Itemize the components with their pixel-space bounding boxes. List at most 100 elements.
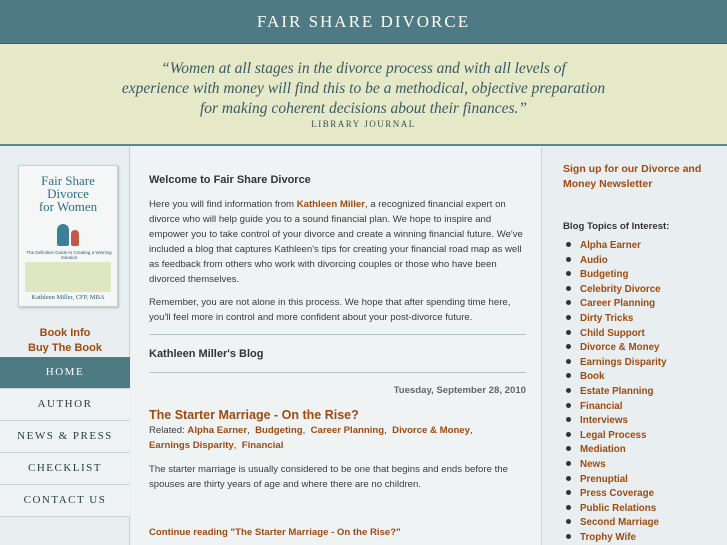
topic-item[interactable]: Earnings Disparity (566, 356, 667, 371)
topic-label[interactable]: Earnings Disparity (580, 357, 667, 368)
topic-item[interactable]: Estate Planning (566, 385, 667, 400)
topic-label[interactable]: Celebrity Divorce (580, 284, 661, 295)
topic-label[interactable]: Prenuptial (580, 474, 628, 485)
intro-paragraph: Here you will find information from Kath… (149, 199, 523, 285)
topic-item[interactable]: Interviews (566, 414, 667, 429)
testimonial-band: “Women at all stages in the divorce proc… (0, 44, 727, 146)
post-excerpt: The starter marriage is usually consider… (149, 464, 508, 490)
topic-item[interactable]: Legal Process (566, 429, 667, 444)
topic-label[interactable]: Dirty Tricks (580, 313, 633, 324)
newsletter-signup-link[interactable]: Sign up for our Divorce and Money Newsle… (563, 162, 713, 192)
welcome-heading: Welcome to Fair Share Divorce (149, 174, 311, 186)
nav-news-press[interactable]: NEWS & PRESS (0, 421, 130, 453)
bullet-icon (566, 402, 571, 408)
bullet-icon (566, 314, 571, 320)
book-cover-author: Kathleen Miller, CFP, MBA (31, 294, 105, 301)
topic-label[interactable]: Legal Process (580, 430, 646, 441)
topic-item[interactable]: Second Marriage (566, 516, 667, 531)
bullet-icon (566, 344, 571, 350)
main-content: Welcome to Fair Share Divorce Here you w… (131, 147, 541, 545)
bullet-icon (566, 358, 571, 364)
topic-item[interactable]: Audio (566, 254, 667, 269)
tag-link[interactable]: Budgeting (255, 425, 302, 436)
topic-item[interactable]: Budgeting (566, 268, 667, 283)
post-date: Tuesday, September 28, 2010 (393, 385, 526, 396)
topic-item[interactable]: Trophy Wife (566, 531, 667, 545)
bullet-icon (566, 475, 571, 481)
nav-checklist[interactable]: CHECKLIST (0, 453, 130, 485)
topic-label[interactable]: Divorce & Money (580, 342, 660, 353)
topic-label[interactable]: Budgeting (580, 269, 628, 280)
bullet-icon (566, 373, 571, 379)
nav-contact-us[interactable]: CONTACT US (0, 485, 130, 517)
topic-item[interactable]: Career Planning (566, 297, 667, 312)
book-cover-image[interactable]: Fair Share Divorce for Women The Definit… (18, 165, 118, 307)
bullet-icon (566, 504, 571, 510)
quote-line: for making coherent decisions about thei… (199, 100, 528, 117)
tag-link[interactable]: Divorce & Money (392, 425, 470, 436)
topic-label[interactable]: Second Marriage (580, 517, 659, 528)
book-cover-title: Fair Share Divorce for Women (38, 173, 98, 214)
related-label: Related: (149, 425, 185, 436)
tag-link[interactable]: Earnings Disparity (149, 440, 234, 451)
topics-list: Alpha Earner Audio Budgeting Celebrity Divo… (566, 239, 667, 545)
buy-book-link[interactable]: Buy The Book (0, 342, 130, 354)
topic-item[interactable]: Prenuptial (566, 473, 667, 488)
tag-link[interactable]: Financial (242, 440, 284, 451)
author-name-link[interactable]: Kathleen Miller (297, 199, 365, 210)
topic-item[interactable]: News (566, 458, 667, 473)
cover-text-panel (25, 262, 111, 292)
topic-item[interactable]: Book (566, 370, 667, 385)
book-info-link[interactable]: Book Info (0, 327, 130, 339)
topic-item[interactable]: Financial (566, 400, 667, 415)
topic-item[interactable]: Alpha Earner (566, 239, 667, 254)
topic-label[interactable]: Child Support (580, 328, 645, 339)
bullet-icon (566, 490, 571, 496)
bullet-icon (566, 387, 571, 393)
nav-home[interactable]: HOME (0, 357, 130, 389)
quote-source: LIBRARY JOURNAL (311, 119, 416, 129)
topic-label[interactable]: Estate Planning (580, 386, 654, 397)
bullet-icon (566, 519, 571, 525)
divider (149, 372, 526, 373)
bullet-icon (566, 431, 571, 437)
topic-item[interactable]: Divorce & Money (566, 341, 667, 356)
bullet-icon (566, 285, 571, 291)
topic-item[interactable]: Public Relations (566, 502, 667, 517)
topic-item[interactable]: Press Coverage (566, 487, 667, 502)
topic-label[interactable]: Press Coverage (580, 488, 654, 499)
bullet-icon (566, 242, 571, 247)
divider (149, 334, 526, 335)
site-header: FAIR SHARE DIVORCE (0, 0, 727, 44)
topic-label[interactable]: Alpha Earner (580, 240, 641, 251)
topic-label[interactable]: Career Planning (580, 298, 655, 309)
bullet-icon (566, 329, 571, 335)
intro-paragraph-2: Remember, you are not alone in this proc… (149, 297, 511, 323)
topic-label[interactable]: Audio (580, 255, 608, 266)
bullet-icon (566, 271, 571, 277)
topic-label[interactable]: Financial (580, 401, 622, 412)
nav-author[interactable]: AUTHOR (0, 389, 130, 421)
topic-item[interactable]: Dirty Tricks (566, 312, 667, 327)
bullet-icon (566, 533, 571, 539)
topic-item[interactable]: Celebrity Divorce (566, 283, 667, 298)
topic-label[interactable]: Public Relations (580, 503, 656, 514)
post-title-link[interactable]: The Starter Marriage - On the Rise? (149, 408, 359, 422)
quote-line: experience with money will find this to … (121, 80, 606, 97)
topic-label[interactable]: Book (580, 371, 605, 382)
tag-link[interactable]: Career Planning (311, 425, 385, 436)
continue-reading-link[interactable]: Continue reading "The Starter Marriage -… (149, 527, 401, 538)
bullet-icon (566, 300, 571, 306)
bullet-icon (566, 446, 571, 452)
post-related-tags: Related: Alpha Earner, Budgeting, Career… (149, 425, 473, 451)
tag-link[interactable]: Alpha Earner (187, 425, 247, 436)
cover-figure-icon (57, 224, 69, 246)
site-title[interactable]: FAIR SHARE DIVORCE (0, 12, 727, 32)
topic-item[interactable]: Mediation (566, 443, 667, 458)
topic-label[interactable]: News (580, 459, 606, 470)
book-cover-subtitle: The Definitive Guide to Creating a Winni… (26, 250, 112, 260)
topic-label[interactable]: Interviews (580, 415, 628, 426)
topic-item[interactable]: Child Support (566, 327, 667, 342)
topic-label[interactable]: Mediation (580, 444, 626, 455)
topic-label[interactable]: Trophy Wife (580, 532, 636, 543)
